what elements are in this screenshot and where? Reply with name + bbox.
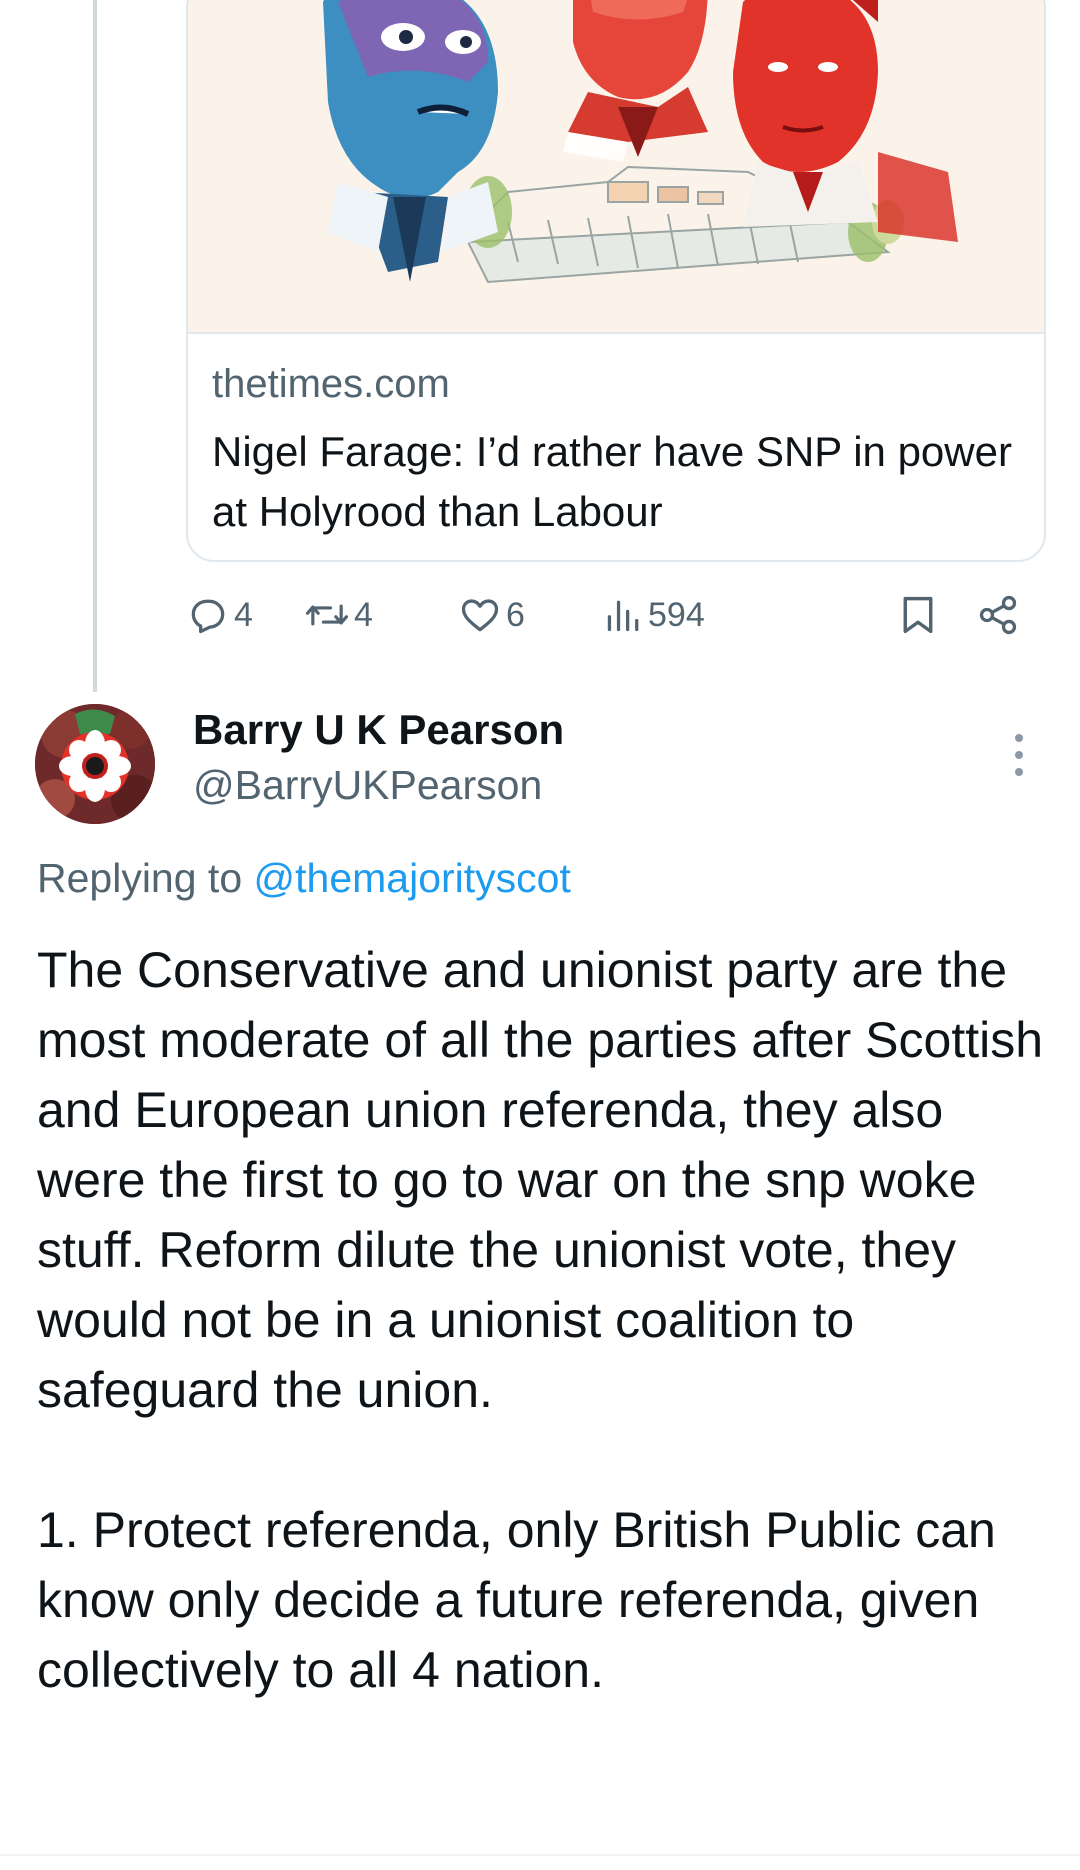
reply-icon bbox=[186, 593, 230, 637]
reply-body: The Conservative and unionist party are … bbox=[37, 935, 1057, 1705]
views-count: 594 bbox=[648, 595, 705, 634]
bookmark-button[interactable] bbox=[898, 590, 938, 640]
heart-icon bbox=[458, 593, 502, 637]
views-icon bbox=[604, 593, 644, 637]
reply-button[interactable]: 4 bbox=[186, 590, 253, 640]
reply-paragraph: 1. Protect referenda, only British Publi… bbox=[37, 1502, 996, 1698]
share-icon bbox=[976, 593, 1020, 637]
repost-count: 4 bbox=[354, 595, 373, 634]
reply-paragraph: The Conservative and unionist party are … bbox=[37, 942, 1044, 1418]
link-preview-card[interactable]: thetimes.com Nigel Farage: I’d rather ha… bbox=[186, 0, 1046, 562]
engagement-bar: 4 4 6 594 bbox=[186, 590, 1046, 640]
divider bbox=[0, 1854, 1080, 1856]
more-icon bbox=[1004, 734, 1034, 784]
like-count: 6 bbox=[506, 595, 525, 634]
author-name[interactable]: Barry U K Pearson bbox=[193, 706, 564, 754]
thread-connector-line bbox=[93, 0, 97, 692]
bookmark-icon bbox=[898, 593, 938, 637]
repost-button[interactable]: 4 bbox=[304, 590, 373, 640]
author-handle[interactable]: @BarryUKPearson bbox=[193, 762, 542, 809]
avatar[interactable] bbox=[35, 704, 155, 824]
link-title: Nigel Farage: I’d rather have SNP in pow… bbox=[212, 428, 1012, 535]
replying-prefix: Replying to bbox=[37, 855, 243, 901]
views-button[interactable]: 594 bbox=[604, 590, 705, 640]
link-domain: thetimes.com bbox=[212, 362, 450, 406]
share-button[interactable] bbox=[976, 590, 1020, 640]
reply-count: 4 bbox=[234, 595, 253, 634]
replying-to-line: Replying to @themajorityscot bbox=[37, 855, 571, 902]
replying-to-mention[interactable]: @themajorityscot bbox=[254, 855, 571, 901]
like-button[interactable]: 6 bbox=[458, 590, 525, 640]
repost-icon bbox=[304, 593, 350, 637]
link-preview-image bbox=[188, 0, 1044, 334]
more-options-button[interactable] bbox=[1004, 730, 1034, 780]
